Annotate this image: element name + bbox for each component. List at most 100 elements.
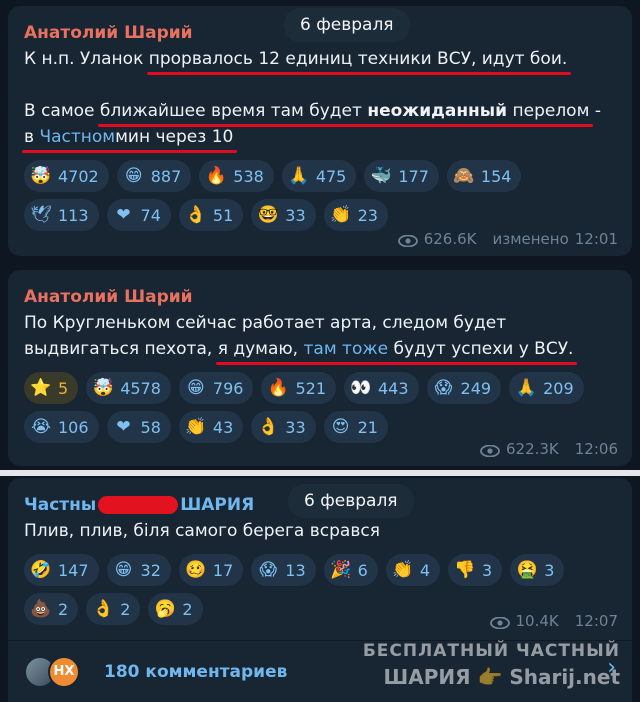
reaction-count: 21: [357, 417, 378, 437]
reaction-button[interactable]: 👎 3: [448, 554, 503, 586]
reaction-button[interactable]: 🤮 3: [510, 554, 565, 586]
thumbs-down-icon: 👎: [454, 560, 476, 580]
rofl-face-icon: 🤣: [30, 560, 52, 580]
reaction-button[interactable]: 👌 51: [178, 199, 244, 231]
reaction-button[interactable]: 👏 43: [178, 411, 244, 443]
highlighted-text: ближайшее время там будет неожиданный пе…: [97, 98, 593, 127]
reaction-count: 177: [398, 166, 429, 186]
reaction-button[interactable]: 👏 23: [323, 199, 388, 231]
reaction-button[interactable]: 🙏 475: [281, 160, 357, 192]
mention-link[interactable]: там тоже: [304, 339, 389, 359]
ok-hand-icon: 👌: [92, 599, 114, 619]
clapping-hands-icon: 👏: [185, 417, 207, 437]
folded-hands-icon: 🙏: [515, 378, 537, 398]
post-meta: 622.3K 12:06: [480, 440, 618, 458]
chevron-right-icon[interactable]: ›: [607, 655, 616, 680]
mention-link[interactable]: Частном: [39, 127, 115, 147]
reaction-button[interactable]: 😁 887: [116, 160, 192, 192]
reaction-button[interactable]: 🤯 4702: [24, 160, 109, 192]
text-line: Плив, плив, біля самого берега всрався: [24, 521, 380, 541]
view-count: 622.3K: [505, 440, 559, 458]
reaction-button[interactable]: 🐳 177: [364, 160, 439, 192]
reaction-count: 106: [58, 417, 89, 437]
reaction-count: 51: [212, 205, 234, 225]
text-fragment: в: [24, 127, 40, 147]
highlighted-text: прорвалось 12 единиц техники ВСУ, идут б…: [146, 46, 571, 75]
folded-hands-icon: 🙏: [288, 166, 310, 186]
reaction-count: 443: [378, 378, 409, 398]
reaction-count: 113: [58, 205, 89, 225]
reaction-button[interactable]: 🙏 209: [509, 372, 584, 404]
text-line: В самое ближайшее время там будет неожид…: [24, 98, 616, 127]
eye-icon: [397, 233, 418, 248]
reaction-button[interactable]: 😭 106: [24, 411, 99, 443]
reaction-button[interactable]: 😁 32: [106, 554, 171, 586]
reaction-button[interactable]: 🙈 154: [446, 160, 522, 192]
heart-icon: ❤: [116, 417, 131, 437]
channel-post: Анатолий Шарий К н.п. Уланок прорвалось …: [8, 6, 632, 256]
reaction-button[interactable]: 🕊 113: [24, 199, 99, 231]
reaction-button[interactable]: 😱 13: [251, 554, 316, 586]
text-fragment: перелом: [507, 101, 590, 121]
reaction-button[interactable]: 👏 4: [385, 554, 440, 586]
reaction-button[interactable]: 🔥 538: [199, 160, 274, 192]
reaction-count: 3: [482, 560, 493, 580]
reaction-count: 5: [58, 378, 69, 398]
star-icon: ⭐: [30, 378, 52, 398]
censor-bar: [98, 496, 179, 514]
reaction-button[interactable]: 💩 2: [24, 593, 79, 625]
edited-label: изменено: [492, 230, 569, 248]
party-popper-icon: 🎉: [330, 560, 352, 580]
poop-icon: 💩: [30, 599, 52, 619]
whale-icon: 🐳: [370, 166, 392, 186]
reaction-count: 796: [212, 378, 244, 398]
post-time: 12:06: [574, 440, 618, 458]
reaction-button[interactable]: 🤣 147: [24, 554, 99, 586]
ok-hand-icon: 👌: [185, 205, 207, 225]
reaction-button[interactable]: 👌 33: [251, 411, 316, 443]
reaction-button[interactable]: ⭐ 5: [24, 372, 79, 404]
reaction-count: 209: [543, 378, 574, 398]
reaction-button[interactable]: ❤ 74: [106, 199, 171, 231]
woozy-face-icon: 🥴: [185, 560, 207, 580]
text-fragment: выдвигаться пехота,: [24, 339, 218, 359]
comments-link[interactable]: 180 комментариев: [104, 662, 287, 682]
reaction-count: 249: [460, 378, 492, 398]
bold-text: неожиданный: [367, 101, 508, 121]
reaction-button[interactable]: 🎉 6: [323, 554, 378, 586]
reaction-count: 13: [285, 560, 306, 580]
reaction-button[interactable]: 😱 249: [426, 372, 502, 404]
reaction-button[interactable]: 😍 21: [323, 411, 388, 443]
watermark-line: ШАРИЯ 👉 Sharij.net: [383, 665, 620, 689]
reaction-count: 3: [544, 560, 555, 580]
text-fragment: -: [589, 101, 601, 121]
post-time: 12:01: [574, 230, 618, 248]
clapping-hands-icon: 👏: [330, 205, 352, 225]
date-separator: 6 февраля: [284, 8, 410, 42]
reaction-count: 154: [480, 166, 512, 186]
reaction-count: 74: [140, 205, 161, 225]
reaction-count: 43: [212, 417, 234, 437]
view-count: 10.4K: [515, 612, 559, 630]
reaction-button[interactable]: 🥴 17: [178, 554, 244, 586]
reaction-button[interactable]: 🔥 521: [261, 372, 336, 404]
ok-hand-icon: 👌: [257, 417, 279, 437]
reaction-button[interactable]: 🥱 2: [148, 593, 203, 625]
comments-bar[interactable]: НХ 180 комментариев БЕСПЛАТНЫЙ ЧАСТНЫЙ Ш…: [8, 640, 632, 702]
reaction-button[interactable]: 👀 443: [344, 372, 419, 404]
reaction-button[interactable]: 👌 2: [86, 593, 141, 625]
reaction-button[interactable]: 😁 796: [178, 372, 254, 404]
highlighted-text: в Частном: [21, 124, 120, 153]
reaction-count: 4: [419, 560, 430, 580]
post-author[interactable]: Анатолий Шарий: [24, 284, 616, 310]
text-fragment: будут успехи у ВСУ.: [388, 339, 574, 359]
text-fragment: К н.п. Уланок: [24, 49, 149, 69]
reaction-button[interactable]: 🤯 4578: [86, 372, 171, 404]
reaction-button[interactable]: ❤ 58: [106, 411, 171, 443]
reaction-count: 23: [357, 205, 378, 225]
reaction-count: 32: [140, 560, 161, 580]
reaction-button[interactable]: 🤓 33: [251, 199, 316, 231]
watermark-line: БЕСПЛАТНЫЙ ЧАСТНЫЙ: [362, 641, 620, 661]
text-fragment: ближайшее время там будет: [99, 101, 368, 121]
